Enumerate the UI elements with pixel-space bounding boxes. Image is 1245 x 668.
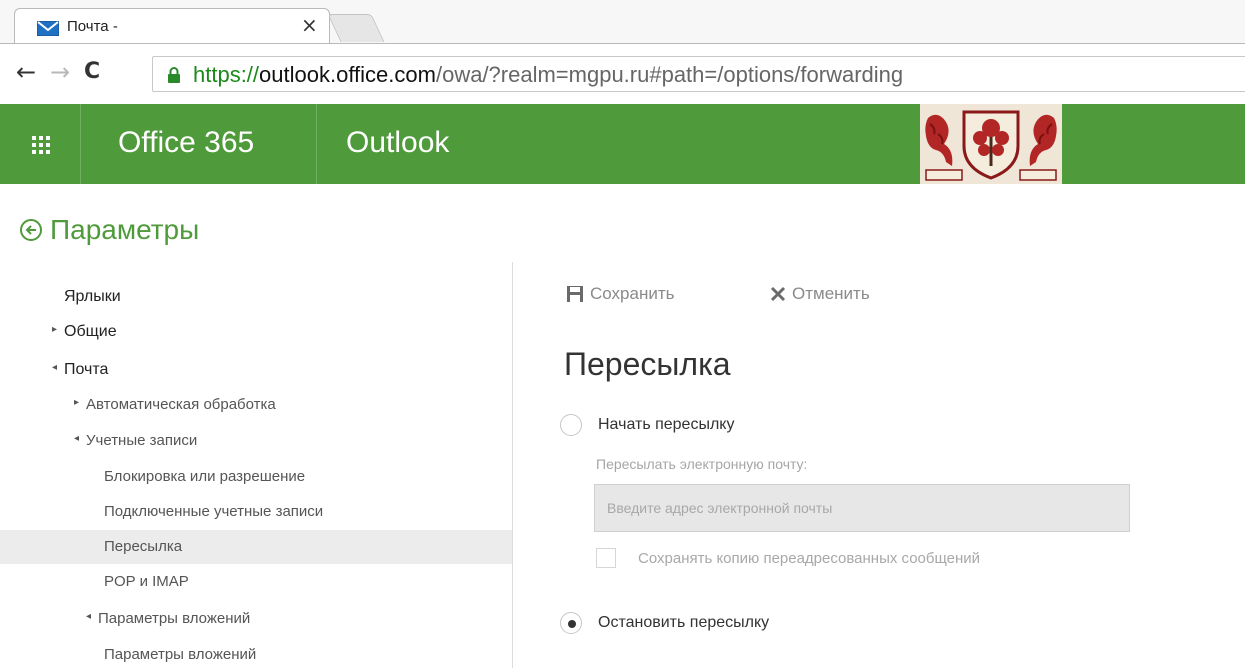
nav-item-forwarding[interactable]: Пересылка: [0, 530, 512, 564]
expand-arrow-icon: ▸: [52, 324, 58, 335]
url-path: /owa/?realm=mgpu.ru#path=/options/forwar…: [435, 62, 904, 87]
nav-item-label: Блокировка или разрешение: [104, 468, 306, 485]
page-title: Пересылка: [564, 346, 731, 382]
nav-item-label: Подключенные учетные записи: [104, 503, 324, 520]
nav-item-label: Учетные записи: [86, 432, 198, 449]
nav-item-label: Автоматическая обработка: [86, 396, 276, 413]
back-circle-icon: [20, 219, 42, 241]
start-forwarding-option[interactable]: Начать пересылку: [560, 414, 734, 436]
settings-back-link[interactable]: Параметры: [20, 214, 199, 246]
nav-item-label: POP и IMAP: [104, 573, 189, 590]
url-text: https://outlook.office.com/owa/?realm=mg…: [193, 62, 903, 88]
nav-item-attachment-options[interactable]: ◂ Параметры вложений: [0, 602, 512, 636]
stop-forwarding-radio[interactable]: [560, 612, 582, 634]
nav-item-mail[interactable]: ◂ Почта: [0, 353, 512, 387]
browser-tabstrip: Почта - ×: [0, 0, 1245, 44]
save-button[interactable]: Сохранить: [566, 284, 674, 304]
nav-item-label: Параметры вложений: [104, 646, 257, 663]
back-arrow-icon[interactable]: ←: [16, 60, 36, 84]
keep-copy-option[interactable]: Сохранять копию переадресованных сообщен…: [596, 548, 980, 568]
cancel-button[interactable]: Отменить: [770, 284, 870, 304]
product-name[interactable]: Office 365: [118, 126, 254, 160]
tab-close-icon[interactable]: ×: [301, 15, 318, 35]
organization-logo-emblem: [920, 104, 1062, 184]
new-tab-button[interactable]: [327, 14, 385, 42]
stop-forwarding-option[interactable]: Остановить пересылку: [560, 612, 769, 634]
cancel-label: Отменить: [792, 284, 870, 303]
app-launcher-button[interactable]: [0, 104, 80, 184]
nav-item-label: Почта: [64, 361, 109, 378]
keep-copy-checkbox[interactable]: [596, 548, 616, 568]
settings-nav: Ярлыки ▸ Общие ◂ Почта ▸ Автоматическая …: [0, 280, 512, 668]
nav-item-label: Общие: [64, 323, 117, 340]
forward-email-input[interactable]: [594, 484, 1130, 532]
url-scheme: https://: [193, 62, 260, 87]
expand-arrow-icon: ▸: [74, 397, 80, 408]
nav-item-automatic-processing[interactable]: ▸ Автоматическая обработка: [0, 388, 512, 422]
address-bar[interactable]: https://outlook.office.com/owa/?realm=mg…: [152, 56, 1245, 92]
url-host: outlook.office.com: [259, 62, 436, 87]
pane-divider: [512, 262, 513, 668]
reload-icon[interactable]: C: [84, 60, 100, 84]
tab-title: Почта -: [67, 18, 118, 35]
close-icon: [770, 286, 786, 302]
nav-item-connected-accounts[interactable]: Подключенные учетные записи: [0, 495, 512, 529]
start-forwarding-radio[interactable]: [560, 414, 582, 436]
nav-item-attachment-preferences[interactable]: Параметры вложений: [0, 638, 512, 668]
nav-item-accounts[interactable]: ◂ Учетные записи: [0, 424, 512, 458]
start-forwarding-label: Начать пересылку: [598, 416, 735, 433]
app-name[interactable]: Outlook: [346, 126, 449, 160]
save-label: Сохранить: [590, 284, 675, 303]
stop-forwarding-label: Остановить пересылку: [598, 614, 770, 631]
office365-header: Office 365 Outlook: [0, 104, 1245, 184]
settings-title: Параметры: [50, 214, 200, 245]
nav-item-label: Параметры вложений: [98, 610, 251, 627]
nav-item-label: Ярлыки: [64, 288, 121, 305]
nav-item-label: Пересылка: [104, 538, 183, 555]
waffle-icon: [32, 136, 50, 154]
lock-icon: [168, 67, 180, 83]
header-separator: [316, 104, 317, 184]
mail-icon: [37, 21, 59, 36]
forward-arrow-icon[interactable]: →: [50, 60, 70, 84]
collapse-arrow-icon: ◂: [86, 611, 92, 622]
nav-item-general[interactable]: ▸ Общие: [0, 315, 512, 349]
header-separator: [80, 104, 81, 184]
collapse-arrow-icon: ◂: [74, 433, 80, 444]
browser-tab[interactable]: Почта - ×: [14, 8, 330, 44]
floppy-disk-icon: [567, 286, 583, 302]
collapse-arrow-icon: ◂: [52, 362, 58, 373]
nav-item-block-or-allow[interactable]: Блокировка или разрешение: [0, 460, 512, 494]
browser-toolbar: ← → C https://outlook.office.com/owa/?re…: [0, 44, 1245, 104]
nav-item-pop-imap[interactable]: POP и IMAP: [0, 565, 512, 599]
keep-copy-label: Сохранять копию переадресованных сообщен…: [638, 549, 981, 567]
forward-email-label: Пересылать электронную почту:: [596, 456, 808, 472]
nav-item-shortcuts[interactable]: Ярлыки: [0, 280, 512, 314]
